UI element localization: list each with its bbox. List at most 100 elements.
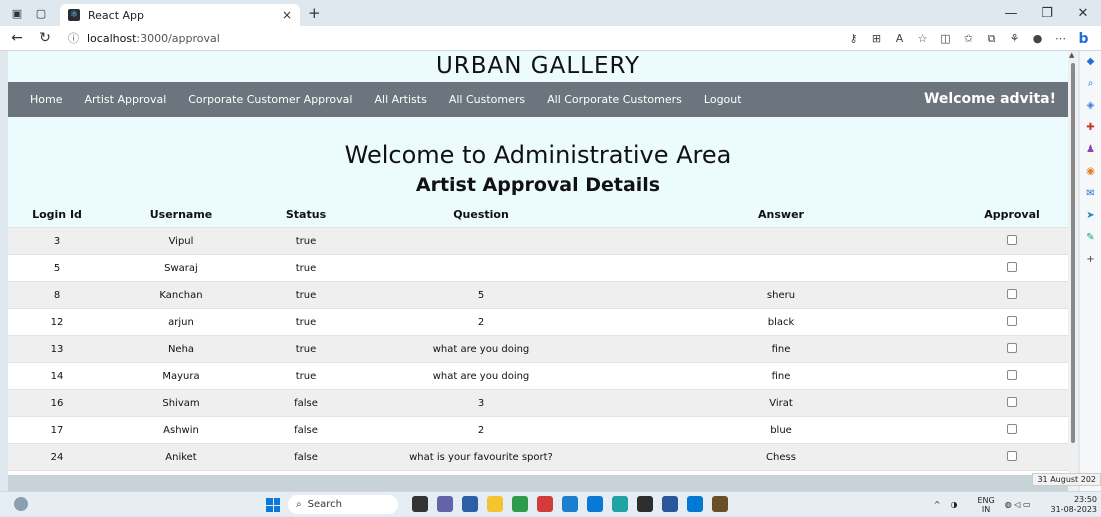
add-sidebar-icon[interactable]: + xyxy=(1080,249,1101,271)
col-header-answer: Answer xyxy=(758,207,804,221)
cell-approval xyxy=(956,443,1068,471)
mail-icon[interactable] xyxy=(587,496,603,512)
language-indicator[interactable]: ENG IN xyxy=(967,496,994,514)
tools-icon[interactable]: ✚ xyxy=(1080,117,1101,139)
shopping-icon[interactable]: ◈ xyxy=(1080,95,1101,117)
l-app-icon[interactable] xyxy=(562,496,578,512)
table-row: 16 Shivam false 3 Virat xyxy=(8,389,1068,417)
cell-question: 5 xyxy=(356,281,606,309)
file-explorer-icon[interactable] xyxy=(487,496,503,512)
cell-username: Neha xyxy=(106,335,256,363)
approval-checkbox[interactable] xyxy=(1007,396,1017,407)
cell-answer: fine xyxy=(606,362,956,390)
browser-tab-react-app[interactable]: ⚛ React App × xyxy=(60,4,300,26)
tray-app-icon[interactable]: ◑ xyxy=(950,500,957,509)
workspaces-icon[interactable]: ▣ xyxy=(10,6,24,20)
approval-checkbox[interactable] xyxy=(1007,288,1017,299)
cell-approval xyxy=(956,281,1068,309)
nav-artist-approval[interactable]: Artist Approval xyxy=(84,93,166,106)
red-app-icon[interactable] xyxy=(537,496,553,512)
scroll-up-icon[interactable]: ▲ xyxy=(1069,51,1074,59)
windows-start-icon[interactable] xyxy=(266,498,280,512)
cell-status: false xyxy=(256,416,356,444)
taskbar-clock[interactable]: 23:50 31-08-2023 xyxy=(1041,495,1098,515)
cell-login-id: 3 xyxy=(8,227,106,255)
app-available-icon[interactable]: ⊞ xyxy=(865,32,888,45)
refresh-icon[interactable]: ↻ xyxy=(34,30,56,46)
url-field[interactable]: ⓘ localhost :3000/approval xyxy=(68,30,220,46)
restore-icon[interactable]: ❐ xyxy=(1029,6,1065,21)
approval-checkbox[interactable] xyxy=(1007,234,1017,245)
approval-checkbox[interactable] xyxy=(1007,450,1017,461)
r-app-icon[interactable] xyxy=(462,496,478,512)
nav-corporate-customer-approval[interactable]: Corporate Customer Approval xyxy=(188,93,352,106)
discover-icon[interactable]: ◆ xyxy=(1080,51,1101,73)
cell-login-id: 12 xyxy=(8,308,106,336)
cell-login-id: 5 xyxy=(8,254,106,282)
task-view-icon[interactable] xyxy=(412,496,428,512)
nav-logout[interactable]: Logout xyxy=(704,93,742,106)
table-row: 13 Neha true what are you doing fine xyxy=(8,335,1068,363)
designer-icon[interactable]: ✎ xyxy=(1080,227,1101,249)
cell-answer: fine xyxy=(606,335,956,363)
search-icon: ⌕ xyxy=(296,499,302,510)
browser-toolbar: ⚷ ⊞ A ☆ ◫ ✩ ⧉ ⚘ ● ⋯ b xyxy=(842,26,1095,51)
new-tab-button[interactable]: + xyxy=(308,4,321,22)
favorite-star-icon[interactable]: ☆ xyxy=(911,32,934,45)
games-icon[interactable]: ♟ xyxy=(1080,139,1101,161)
page-scrollbar[interactable]: ▲ xyxy=(1068,51,1078,491)
tab-close-icon[interactable]: × xyxy=(282,8,292,22)
approval-checkbox[interactable] xyxy=(1007,342,1017,353)
word-icon[interactable] xyxy=(662,496,678,512)
favorites-icon[interactable]: ✩ xyxy=(957,32,980,45)
cell-username: arjun xyxy=(106,308,256,336)
page-footer-strip xyxy=(8,475,1068,491)
vscode-icon[interactable] xyxy=(687,496,703,512)
table-row: 12 arjun true 2 black xyxy=(8,308,1068,336)
close-window-icon[interactable]: ✕ xyxy=(1065,6,1101,21)
scrollbar-thumb[interactable] xyxy=(1071,63,1075,443)
nav-home[interactable]: Home xyxy=(30,93,62,106)
drop-icon[interactable]: ➤ xyxy=(1080,205,1101,227)
approval-checkbox[interactable] xyxy=(1007,423,1017,434)
network-volume-battery-icons[interactable]: ◍ ◁ ▭ xyxy=(1005,500,1031,509)
minimize-icon[interactable]: — xyxy=(993,6,1029,21)
site-info-icon[interactable]: ⓘ xyxy=(68,30,79,46)
green-app-icon[interactable] xyxy=(512,496,528,512)
terminal-icon[interactable] xyxy=(637,496,653,512)
edge-sidebar: ◆ ⌕ ◈ ✚ ♟ ◉ ✉ ➤ ✎ + xyxy=(1080,51,1101,491)
cell-login-id: 14 xyxy=(8,362,106,390)
search-sidebar-icon[interactable]: ⌕ xyxy=(1080,73,1101,95)
nav-all-customers[interactable]: All Customers xyxy=(449,93,525,106)
extra-app-icon[interactable] xyxy=(712,496,728,512)
approval-checkbox[interactable] xyxy=(1007,369,1017,380)
read-aloud-icon[interactable]: A xyxy=(888,32,911,45)
cell-answer: blue xyxy=(606,416,956,444)
table-row: 5 Swaraj true xyxy=(8,254,1068,282)
clock-time: 23:50 xyxy=(1073,494,1097,504)
nav-all-corporate-customers[interactable]: All Corporate Customers xyxy=(547,93,682,106)
approval-checkbox[interactable] xyxy=(1007,261,1017,272)
tab-actions-icon[interactable]: ▢ xyxy=(34,6,48,20)
bing-copilot-icon[interactable]: b xyxy=(1072,31,1095,47)
collections-icon[interactable]: ⧉ xyxy=(980,32,1003,46)
chat-icon[interactable] xyxy=(437,496,453,512)
edge-browser-icon[interactable] xyxy=(612,496,628,512)
taskbar-search[interactable]: ⌕ Search xyxy=(288,495,398,514)
password-key-icon[interactable]: ⚷ xyxy=(842,32,865,45)
microsoft-365-icon[interactable]: ◉ xyxy=(1080,161,1101,183)
profile-avatar-icon[interactable]: ● xyxy=(1026,32,1049,45)
nav-all-artists[interactable]: All Artists xyxy=(374,93,426,106)
more-menu-icon[interactable]: ⋯ xyxy=(1049,32,1072,45)
outlook-icon[interactable]: ✉ xyxy=(1080,183,1101,205)
approval-checkbox[interactable] xyxy=(1007,315,1017,326)
split-screen-icon[interactable]: ◫ xyxy=(934,32,957,45)
cell-question: 2 xyxy=(356,416,606,444)
widgets-icon[interactable] xyxy=(14,497,28,511)
cell-login-id: 24 xyxy=(8,443,106,471)
tray-overflow-icon[interactable]: ^ xyxy=(934,500,941,509)
back-icon[interactable]: ← xyxy=(6,30,28,46)
extensions-icon[interactable]: ⚘ xyxy=(1003,32,1026,45)
system-tray: ^ ◑ ENG IN ◍ ◁ ▭ 23:50 31-08-2023 xyxy=(924,492,1097,517)
browser-title-bar: ▣ ▢ ⚛ React App × + — ❐ ✕ xyxy=(0,0,1101,26)
